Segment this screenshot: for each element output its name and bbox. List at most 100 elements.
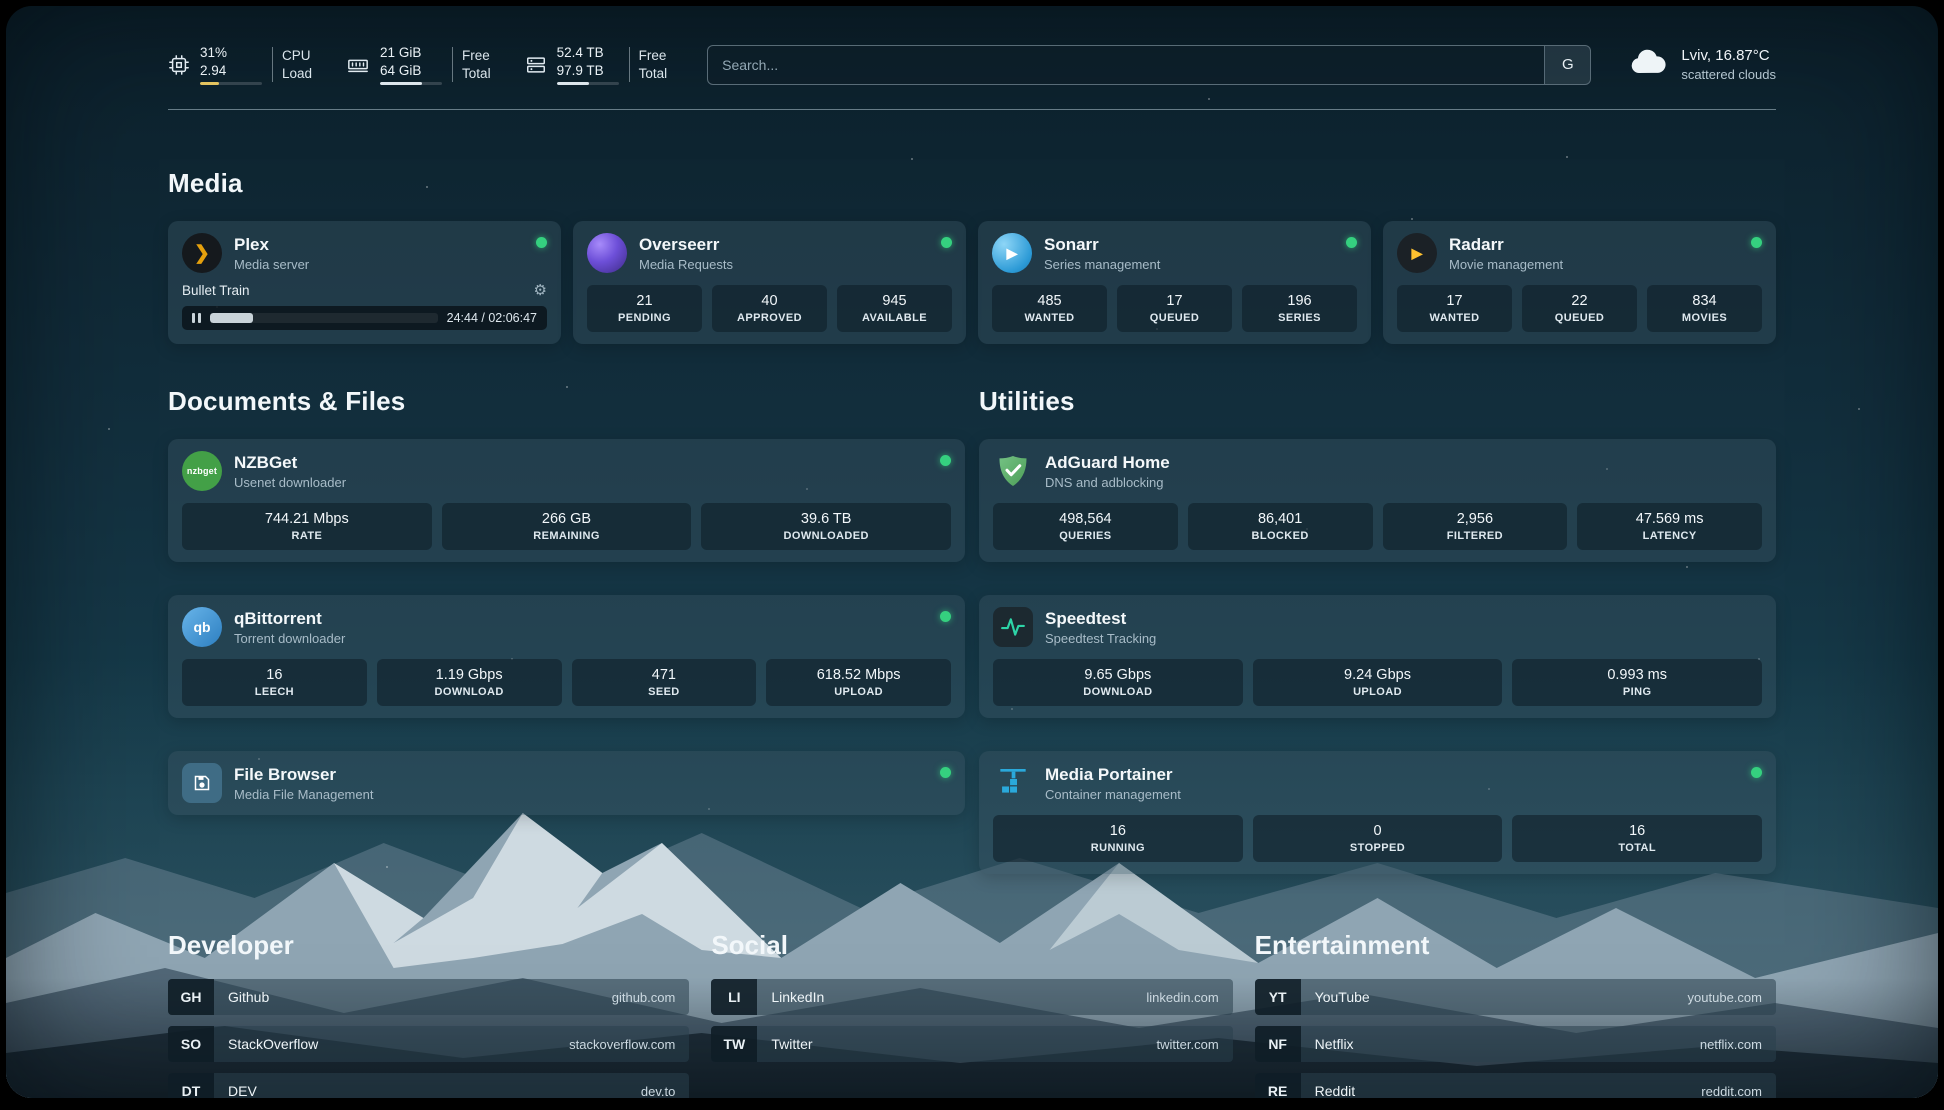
search-input[interactable] <box>708 46 1544 84</box>
bookmark-dev[interactable]: DT DEV dev.to <box>168 1073 689 1098</box>
cpu-widget: 31% 2.94 CPU Load <box>168 44 312 85</box>
stat-label: PING <box>1516 686 1758 698</box>
section-title-documents: Documents & Files <box>168 386 965 417</box>
disk-values: 52.4 TB 97.9 TB <box>557 44 619 85</box>
stat-queries: 498,564 QUERIES <box>993 503 1178 550</box>
cpu-values: 31% 2.94 <box>200 44 262 85</box>
weather-condition: scattered clouds <box>1681 66 1776 84</box>
service-card-nzbget[interactable]: nzbget NZBGet Usenet downloader 744.21 M… <box>168 439 965 562</box>
pause-icon[interactable] <box>192 313 201 323</box>
stat-label: BLOCKED <box>1192 530 1369 542</box>
service-card-speedtest[interactable]: Speedtest Speedtest Tracking 9.65 Gbps D… <box>979 595 1776 718</box>
bookmark-group-title: Entertainment <box>1255 930 1776 961</box>
cpu-percent: 31% <box>200 44 262 62</box>
disk-total: 97.9 TB <box>557 62 619 80</box>
disk-usage-bar <box>557 82 619 85</box>
stat-label: WANTED <box>996 312 1103 324</box>
stat-upload: 618.52 Mbps UPLOAD <box>766 659 951 706</box>
stackoverflow-icon: SO <box>168 1026 214 1062</box>
stat-download: 9.65 Gbps DOWNLOAD <box>993 659 1243 706</box>
bookmark-name: Github <box>228 989 269 1005</box>
stat-label: DOWNLOADED <box>705 530 947 542</box>
stat-blocked: 86,401 BLOCKED <box>1188 503 1373 550</box>
service-card-adguard[interactable]: AdGuard Home DNS and adblocking 498,564 … <box>979 439 1776 562</box>
service-desc: Media Requests <box>639 257 733 272</box>
bookmark-url: linkedin.com <box>1146 990 1218 1005</box>
bookmark-reddit[interactable]: RE Reddit reddit.com <box>1255 1073 1776 1098</box>
stat-label: TOTAL <box>1516 842 1758 854</box>
stat-value: 39.6 TB <box>705 511 947 527</box>
stat-label: DOWNLOAD <box>997 686 1239 698</box>
cpu-label-top: CPU <box>282 47 312 65</box>
cpu-labels: CPU Load <box>272 47 312 82</box>
overseerr-icon <box>587 233 627 273</box>
stat-pending: 21 PENDING <box>587 285 702 332</box>
bookmark-url: github.com <box>612 990 676 1005</box>
service-desc: Usenet downloader <box>234 475 346 490</box>
stat-upload: 9.24 Gbps UPLOAD <box>1253 659 1503 706</box>
bookmark-name: YouTube <box>1315 989 1370 1005</box>
service-card-qbittorrent[interactable]: qb qBittorrent Torrent downloader 16 LEE… <box>168 595 965 718</box>
stat-label: QUERIES <box>997 530 1174 542</box>
stat-value: 1.19 Gbps <box>381 667 558 683</box>
stat-value: 9.24 Gbps <box>1257 667 1499 683</box>
stat-running: 16 RUNNING <box>993 815 1243 862</box>
stat-value: 17 <box>1401 293 1508 309</box>
stat-value: 47.569 ms <box>1581 511 1758 527</box>
search-bar: G <box>707 45 1591 85</box>
cpu-label-bottom: Load <box>282 65 312 83</box>
service-name: File Browser <box>234 765 373 785</box>
gear-icon[interactable]: ⚙ <box>534 281 547 299</box>
section-utilities: Utilities AdGuard Home <box>979 386 1776 874</box>
bookmark-name: Reddit <box>1315 1083 1355 1098</box>
bookmark-netflix[interactable]: NF Netflix netflix.com <box>1255 1026 1776 1062</box>
stat-label: RATE <box>186 530 428 542</box>
portainer-crane-icon <box>993 763 1033 803</box>
bookmark-name: Netflix <box>1315 1036 1354 1052</box>
bookmark-url: youtube.com <box>1688 990 1762 1005</box>
top-bar: 31% 2.94 CPU Load 21 GiB 64 G <box>168 44 1776 85</box>
service-card-filebrowser[interactable]: File Browser Media File Management <box>168 751 965 815</box>
playback-progress-track[interactable] <box>210 313 438 323</box>
stat-filtered: 2,956 FILTERED <box>1383 503 1568 550</box>
stat-movies: 834 MOVIES <box>1647 285 1762 332</box>
service-name: Radarr <box>1449 235 1563 255</box>
bookmark-stackoverflow[interactable]: SO StackOverflow stackoverflow.com <box>168 1026 689 1062</box>
service-desc: Media File Management <box>234 787 373 802</box>
search-engine-button[interactable]: G <box>1544 46 1590 84</box>
bookmark-group-social: Social LI LinkedIn linkedin.com TW Twitt… <box>711 930 1232 1098</box>
status-online-dot <box>941 237 952 248</box>
bookmark-url: dev.to <box>641 1084 675 1098</box>
stat-label: LATENCY <box>1581 530 1758 542</box>
service-card-overseerr[interactable]: Overseerr Media Requests 21 PENDING 40 A… <box>573 221 966 344</box>
service-desc: Container management <box>1045 787 1181 802</box>
bookmark-group-title: Social <box>711 930 1232 961</box>
stat-total: 16 TOTAL <box>1512 815 1762 862</box>
service-card-sonarr[interactable]: ▶ Sonarr Series management 485 WANTED <box>978 221 1371 344</box>
disk-icon <box>525 54 547 76</box>
service-card-portainer[interactable]: Media Portainer Container management 16 … <box>979 751 1776 874</box>
disk-labels: Free Total <box>629 47 668 82</box>
stat-label: DOWNLOAD <box>381 686 558 698</box>
section-title-utilities: Utilities <box>979 386 1776 417</box>
disk-free: 52.4 TB <box>557 44 619 62</box>
bookmark-twitter[interactable]: TW Twitter twitter.com <box>711 1026 1232 1062</box>
stat-value: 86,401 <box>1192 511 1369 527</box>
bookmark-github[interactable]: GH Github github.com <box>168 979 689 1015</box>
ram-free: 21 GiB <box>380 44 442 62</box>
radarr-icon: ▶ <box>1397 233 1437 273</box>
stat-rate: 744.21 Mbps RATE <box>182 503 432 550</box>
stat-value: 485 <box>996 293 1103 309</box>
stat-approved: 40 APPROVED <box>712 285 827 332</box>
stat-label: REMAINING <box>446 530 688 542</box>
service-card-radarr[interactable]: ▶ Radarr Movie management 17 WANTED <box>1383 221 1776 344</box>
service-name: Overseerr <box>639 235 733 255</box>
bookmark-linkedin[interactable]: LI LinkedIn linkedin.com <box>711 979 1232 1015</box>
bookmark-youtube[interactable]: YT YouTube youtube.com <box>1255 979 1776 1015</box>
bookmark-group-entertainment: Entertainment YT YouTube youtube.com NF … <box>1255 930 1776 1098</box>
adguard-shield-icon <box>993 451 1033 491</box>
github-icon: GH <box>168 979 214 1015</box>
service-card-plex[interactable]: ❯ Plex Media server Bullet Train ⚙ <box>168 221 561 344</box>
bookmark-name: StackOverflow <box>228 1036 318 1052</box>
ram-labels: Free Total <box>452 47 491 82</box>
